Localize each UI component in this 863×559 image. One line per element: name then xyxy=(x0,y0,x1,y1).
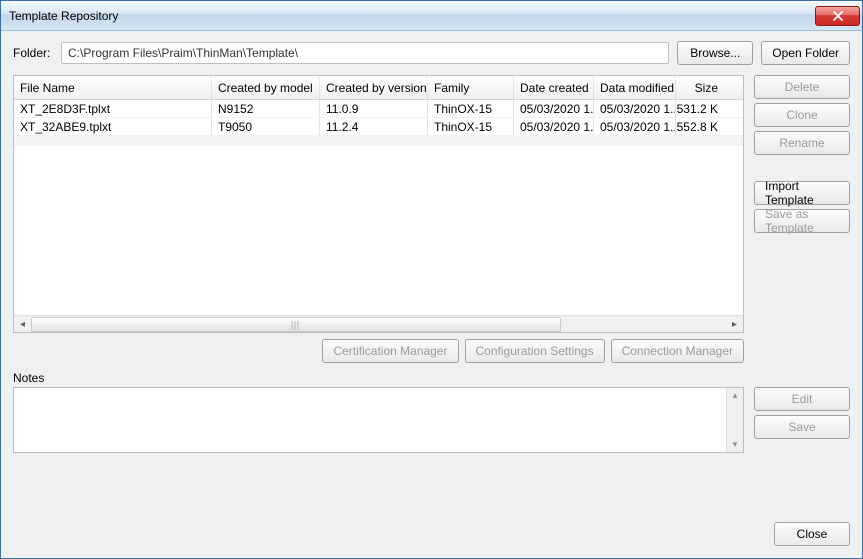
edit-button[interactable]: Edit xyxy=(754,387,850,411)
cell-created: 05/03/2020 1... xyxy=(514,100,594,117)
template-repository-dialog: Template Repository Folder: C:\Program F… xyxy=(0,0,863,559)
connection-manager-button[interactable]: Connection Manager xyxy=(611,339,744,363)
scroll-down-icon[interactable]: ▾ xyxy=(733,439,738,450)
browse-button[interactable]: Browse... xyxy=(677,41,753,65)
close-button[interactable]: Close xyxy=(774,522,850,546)
folder-row: Folder: C:\Program Files\Praim\ThinMan\T… xyxy=(13,41,850,65)
cell-model: T9050 xyxy=(212,118,320,135)
window-title: Template Repository xyxy=(9,9,815,23)
side-actions: Delete Clone Rename Import Template Save… xyxy=(754,75,850,363)
import-template-button[interactable]: Import Template xyxy=(754,181,850,205)
scroll-track[interactable] xyxy=(31,317,726,332)
table-panel: File Name Created by model Created by ve… xyxy=(13,75,744,363)
footer: Close xyxy=(13,504,850,546)
open-folder-button[interactable]: Open Folder xyxy=(761,41,850,65)
cell-modified: 05/03/2020 1... xyxy=(594,100,676,117)
titlebar: Template Repository xyxy=(1,1,862,31)
cell-family: ThinOX-15 xyxy=(428,100,514,117)
table-horizontal-scrollbar[interactable]: ◂ ▸ xyxy=(14,315,743,332)
col-header-modified[interactable]: Data modified xyxy=(594,76,676,99)
cell-filename: XT_32ABE9.tplxt xyxy=(14,118,212,135)
cell-size: 552.8 K xyxy=(676,118,724,135)
cell-size: 531.2 K xyxy=(676,100,724,117)
rename-button[interactable]: Rename xyxy=(754,131,850,155)
col-header-size[interactable]: Size xyxy=(676,76,724,99)
cell-family: ThinOX-15 xyxy=(428,118,514,135)
template-table[interactable]: File Name Created by model Created by ve… xyxy=(13,75,744,333)
cell-version: 11.0.9 xyxy=(320,100,428,117)
mid-buttons: Certification Manager Configuration Sett… xyxy=(13,339,744,363)
configuration-settings-button[interactable]: Configuration Settings xyxy=(465,339,605,363)
table-header: File Name Created by model Created by ve… xyxy=(14,76,743,100)
notes-vertical-scrollbar[interactable]: ▴ ▾ xyxy=(726,388,743,452)
scroll-left-icon[interactable]: ◂ xyxy=(14,317,31,332)
notes-textarea[interactable]: ▴ ▾ xyxy=(13,387,744,453)
table-row[interactable]: XT_2E8D3F.tplxt N9152 11.0.9 ThinOX-15 0… xyxy=(14,100,743,118)
notes-side-buttons: Edit Save xyxy=(754,387,850,453)
save-as-template-button[interactable]: Save as Template xyxy=(754,209,850,233)
cell-created: 05/03/2020 1... xyxy=(514,118,594,135)
clone-button[interactable]: Clone xyxy=(754,103,850,127)
save-button[interactable]: Save xyxy=(754,415,850,439)
notes-row: ▴ ▾ Edit Save xyxy=(13,387,850,453)
certification-manager-button[interactable]: Certification Manager xyxy=(322,339,458,363)
table-row[interactable]: XT_32ABE9.tplxt T9050 11.2.4 ThinOX-15 0… xyxy=(14,118,743,136)
folder-path-value: C:\Program Files\Praim\ThinMan\Template\ xyxy=(68,46,298,60)
window-close-button[interactable] xyxy=(815,6,860,26)
empty-rows xyxy=(14,136,743,146)
col-header-created[interactable]: Date created xyxy=(514,76,594,99)
scroll-up-icon[interactable]: ▴ xyxy=(733,390,738,401)
col-header-model[interactable]: Created by model xyxy=(212,76,320,99)
col-header-version[interactable]: Created by version xyxy=(320,76,428,99)
cell-modified: 05/03/2020 1... xyxy=(594,118,676,135)
delete-button[interactable]: Delete xyxy=(754,75,850,99)
cell-filename: XT_2E8D3F.tplxt xyxy=(14,100,212,117)
col-header-family[interactable]: Family xyxy=(428,76,514,99)
notes-label: Notes xyxy=(13,371,850,385)
scroll-thumb[interactable] xyxy=(31,317,561,332)
close-icon xyxy=(833,11,843,21)
dialog-body: Folder: C:\Program Files\Praim\ThinMan\T… xyxy=(1,31,862,558)
folder-label: Folder: xyxy=(13,46,53,60)
table-body: XT_2E8D3F.tplxt N9152 11.0.9 ThinOX-15 0… xyxy=(14,100,743,136)
cell-model: N9152 xyxy=(212,100,320,117)
col-header-filename[interactable]: File Name xyxy=(14,76,212,99)
middle-section: File Name Created by model Created by ve… xyxy=(13,75,850,363)
folder-path-input[interactable]: C:\Program Files\Praim\ThinMan\Template\ xyxy=(61,42,669,64)
cell-version: 11.2.4 xyxy=(320,118,428,135)
scroll-right-icon[interactable]: ▸ xyxy=(726,317,743,332)
